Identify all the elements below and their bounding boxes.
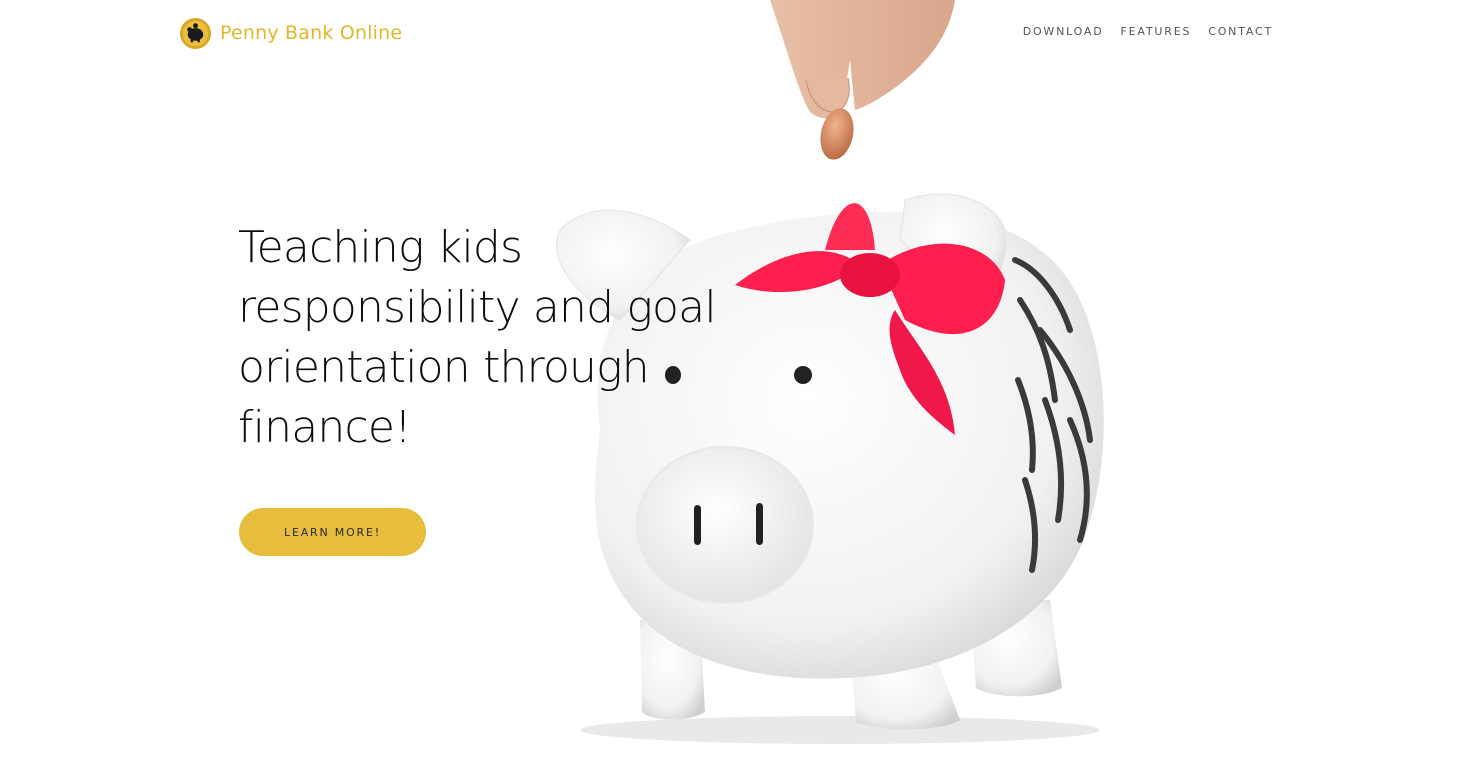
hero-headline: Teaching kids responsibility and goal or… — [238, 218, 738, 458]
brand-name: Penny Bank Online — [220, 22, 403, 44]
hero-headline-line: Teaching kids — [238, 222, 523, 273]
brand-logo-link[interactable]: Penny Bank Online — [179, 16, 402, 50]
hero-headline-line: finance! — [238, 402, 412, 453]
nav-download-link[interactable]: DOWNLOAD — [1023, 25, 1104, 38]
piggy-bank-coin-icon — [179, 17, 212, 49]
hero-headline-line: orientation through — [238, 342, 650, 393]
nav-features-link[interactable]: FEATURES — [1121, 25, 1192, 38]
main-nav: DOWNLOAD FEATURES CONTACT — [1023, 25, 1273, 38]
hero-headline-line: responsibility and goal — [238, 282, 717, 333]
pig-eye-icon — [794, 366, 812, 384]
top-navbar: Penny Bank Online DOWNLOAD FEATURES CONT… — [0, 0, 1457, 66]
learn-more-button[interactable]: LEARN MORE! — [239, 508, 426, 556]
nav-contact-link[interactable]: CONTACT — [1208, 25, 1273, 38]
